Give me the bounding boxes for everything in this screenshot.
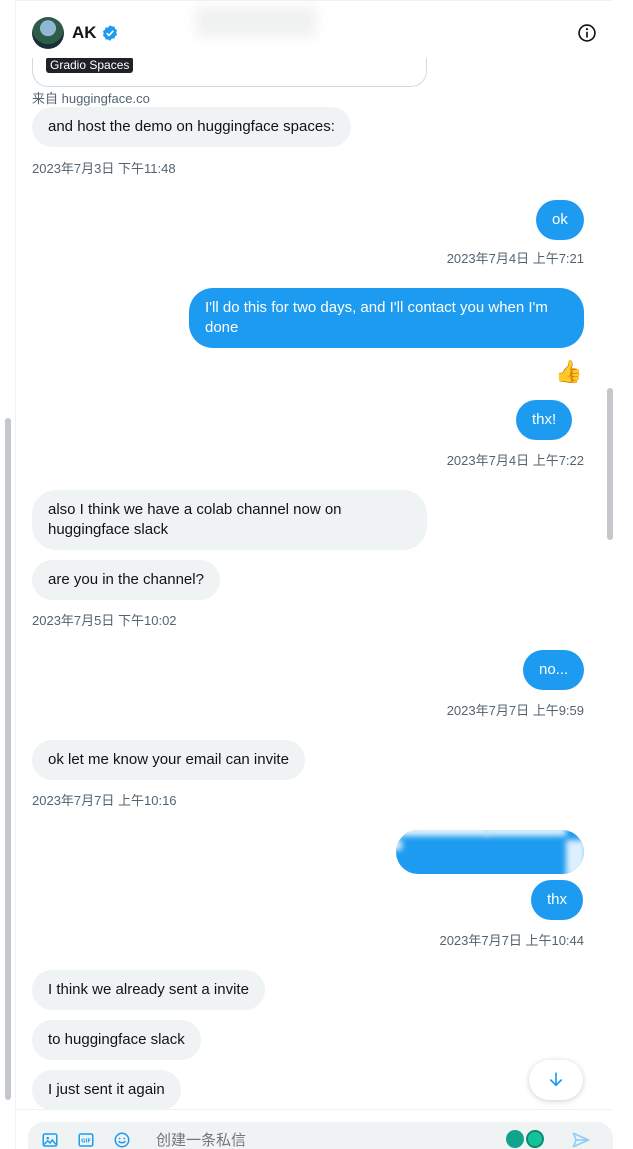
message-timestamp: 2023年7月7日 上午9:59: [446, 703, 584, 718]
message-timestamp: 2023年7月5日 下午10:02: [32, 613, 177, 628]
emoji-icon[interactable]: [113, 1131, 131, 1149]
arrow-down-icon: [549, 1072, 563, 1087]
conversation-header: AK: [16, 0, 613, 58]
left-scrollbar[interactable]: [5, 418, 11, 1100]
message-bubble-outgoing[interactable]: I'll do this for two days, and I'll cont…: [189, 288, 584, 348]
link-card-title: Gradio Spaces: [46, 57, 134, 73]
message-composer: GIF: [16, 1109, 613, 1149]
avatar[interactable]: [32, 17, 64, 49]
message-bubble-incoming[interactable]: ok let me know your email can invite: [32, 740, 305, 780]
scroll-to-bottom-button[interactable]: [529, 1060, 583, 1100]
verified-badge-icon: [102, 25, 118, 41]
grammarly-icon[interactable]: [526, 1130, 544, 1148]
conversation-scrollbar[interactable]: [607, 388, 613, 540]
reaction-thumbs-up-icon[interactable]: 👍: [555, 359, 582, 385]
message-bubble-outgoing[interactable]: no...: [523, 650, 585, 690]
message-input[interactable]: [156, 1132, 456, 1149]
message-bubble-incoming[interactable]: I just sent it again: [32, 1070, 181, 1110]
message-bubble-incoming[interactable]: are you in the channel?: [32, 560, 220, 600]
message-bubble-incoming[interactable]: also I think we have a colab channel now…: [32, 490, 427, 550]
svg-text:GIF: GIF: [81, 1139, 91, 1145]
redacted-message-bubble[interactable]: [396, 830, 584, 874]
extension-icon[interactable]: [506, 1130, 524, 1148]
link-card-source[interactable]: 来自 huggingface.co: [32, 88, 150, 107]
message-bubble-outgoing[interactable]: ok: [536, 200, 584, 240]
message-bubble-outgoing[interactable]: thx: [531, 880, 584, 920]
info-icon[interactable]: [577, 23, 597, 43]
message-timestamp: 2023年7月7日 上午10:16: [32, 793, 177, 808]
contact-name[interactable]: AK: [72, 23, 97, 43]
message-bubble-incoming[interactable]: to huggingface slack: [32, 1020, 201, 1060]
message-timestamp: 2023年7月4日 上午7:21: [446, 251, 584, 266]
message-timestamp: 2023年7月7日 上午10:44: [439, 933, 584, 948]
dm-window: AK Gradio Spaces 来自 huggingface.co and h…: [0, 0, 633, 1149]
blurred-region: [196, 7, 316, 37]
image-icon[interactable]: [41, 1131, 59, 1149]
send-icon[interactable]: [571, 1130, 591, 1149]
gif-icon[interactable]: GIF: [77, 1131, 95, 1149]
message-bubble-incoming[interactable]: and host the demo on huggingface spaces:: [32, 107, 351, 147]
message-timestamp: 2023年7月3日 下午11:48: [32, 161, 176, 176]
message-bubble-outgoing[interactable]: thx!: [516, 400, 573, 440]
message-timestamp: 2023年7月4日 上午7:22: [446, 453, 584, 468]
message-bubble-incoming[interactable]: I think we already sent a invite: [32, 970, 265, 1010]
